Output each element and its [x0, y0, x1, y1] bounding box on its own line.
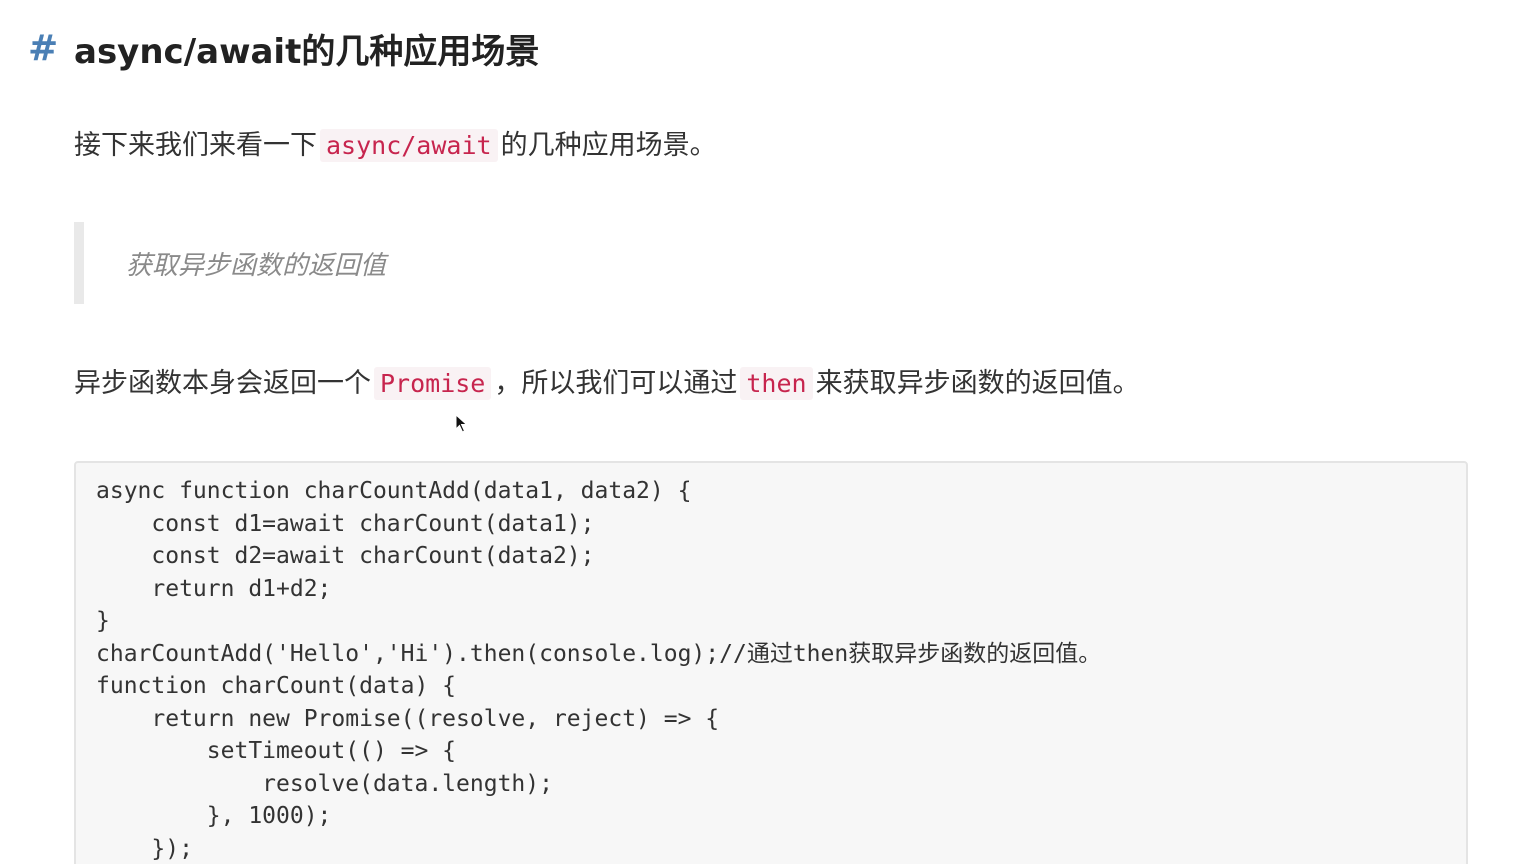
intro-text-after: 的几种应用场景。: [500, 130, 717, 161]
mouse-pointer-icon: [455, 414, 468, 433]
code-line: function charCount(data) {: [96, 673, 457, 699]
blockquote-text: 获取异步函数的返回值: [126, 250, 387, 281]
description-text-1: 异步函数本身会返回一个: [74, 368, 371, 399]
page-title: async/await的几种应用场景: [74, 31, 540, 72]
inline-code-then: then: [740, 367, 813, 400]
blockquote: 获取异步函数的返回值: [74, 222, 1468, 304]
code-line: return new Promise((resolve, reject) => …: [96, 705, 720, 732]
description-paragraph: 异步函数本身会返回一个 Promise ，所以我们可以通过 then 来获取异步函数的返…: [74, 364, 1140, 404]
intro-text-before: 接下来我们来看一下: [74, 130, 317, 161]
code-line: setTimeout(() => {: [96, 738, 457, 764]
code-line: charCountAdd('Hello','Hi').then(console.…: [96, 640, 1102, 667]
code-line: async function charCountAdd(data1, data2…: [96, 478, 692, 504]
code-line: return d1+d2;: [96, 575, 332, 602]
code-line: const d1=await charCount(data1);: [96, 510, 595, 537]
intro-paragraph: 接下来我们来看一下 async/await 的几种应用场景。: [74, 126, 717, 166]
description-text-3: 来获取异步函数的返回值。: [815, 368, 1140, 399]
heading-anchor-hash[interactable]: #: [28, 28, 74, 69]
code-line: }, 1000);: [96, 803, 332, 829]
inline-code-async-await: async/await: [320, 129, 498, 162]
code-line: }: [96, 608, 110, 634]
code-line: });: [96, 835, 193, 862]
code-block: async function charCountAdd(data1, data2…: [74, 461, 1468, 864]
inline-code-promise: Promise: [374, 367, 492, 400]
description-text-2: ，所以我们可以通过: [494, 368, 738, 399]
code-line: const d2=await charCount(data2);: [96, 543, 595, 569]
code-line: resolve(data.length);: [96, 770, 553, 797]
section-heading: # async/await的几种应用场景: [28, 22, 539, 74]
